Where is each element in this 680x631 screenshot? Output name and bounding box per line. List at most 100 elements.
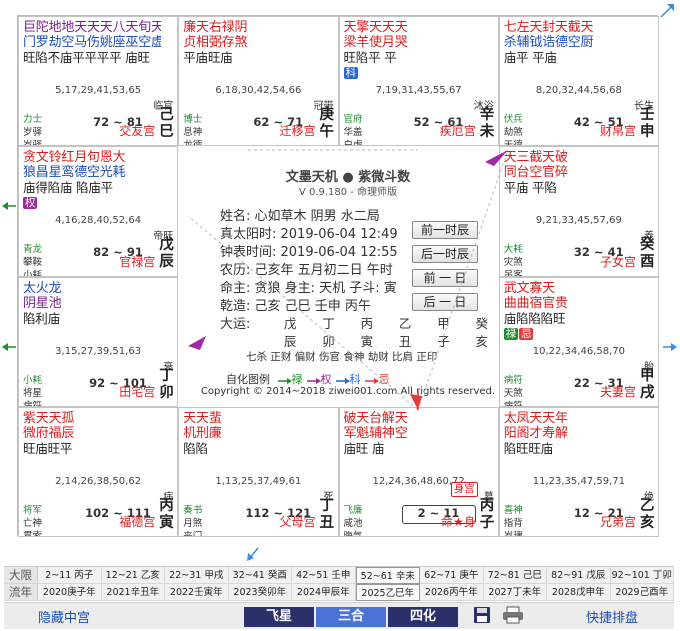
star-row: 阴星池 [23,296,161,311]
dayun-cell[interactable]: 42~51 壬申 [292,567,356,584]
star-name: 曲曲宿官贵 [503,295,568,311]
star-name: 破天台解天 [343,410,408,426]
lu-legend-label: 禄 [291,373,303,386]
minor-star: 龙德 [183,140,203,147]
dayun-cell[interactable]: 2~11 丙子 [38,567,102,584]
star-brightness: 平庙 平陷 [503,180,557,196]
left-arrow-icon[interactable] [0,197,18,215]
hide-center-button[interactable]: 隐藏中宫 [38,607,90,626]
palace-cell[interactable]: 巨陀地地天天天八天旬天 门罗劫空马伤姚座巫空虚 旺陷不庙平平平平 庙旺 5,17,29… [18,16,179,147]
star-list: 七左天封天截天 杀辅钺诰德空厨 庙平 平庙 [504,20,642,65]
prev-day-button[interactable]: 前 一 日 [412,269,478,287]
dayun-stem-row: 戊丁丙乙甲癸 [271,313,501,332]
star-name: 机刑廉 [183,425,222,441]
palace-cell[interactable]: 七左天封天截天 杀辅钺诰德空厨 庙平 平庙 8,20,32,44,56,68 长生 伏兵劫… [498,16,659,147]
liunian-cell[interactable]: 2028戊申年 [547,584,611,601]
master-line: 命主: 贪狼 身主: 天机 子斗: 寅 [220,281,397,296]
star-name: 天三截天破 [503,150,568,166]
palace-cell[interactable]: 太凤天天年 阳阁才寿解 陷旺旺庙 11,23,35,47,59,71 绝喜神 指背 岁建 12… [498,406,659,537]
palace-cell[interactable]: 天擎天天天 梁羊使月哭 旺陷平 平科 7,19,31,43,55,67 沐浴 官府 华盖 白虎… [338,16,499,147]
ji-legend-item: 忌 [364,373,390,386]
star-name: 门罗劫空马伤姚座巫空虚 [23,35,162,50]
star-brightness: 旺庙旺平 [23,440,73,456]
star-brightness: 庙陷陷陷旺 [503,310,566,326]
star-brightness: 旺陷不庙平平平平 [23,50,122,65]
liunian-cell[interactable]: 2024甲辰年 [292,584,356,601]
star-row: 陷旺旺庙 [504,441,642,456]
dayun-cell[interactable]: 92~101 丁卯 [610,567,674,584]
star-row: 破天台解天 [344,411,482,426]
star-list: 天三截天破 同台空官碎 平庙 平陷 [504,150,642,195]
star-row: 旺陷不庙平平平平 庙旺 [23,50,161,65]
heavenly-stem: 庚 [319,107,335,123]
dayun-cell[interactable]: 12~21 乙亥 [101,567,165,584]
tab-sihua[interactable]: 四化 [388,607,458,627]
dayun-cell[interactable]: 62~71 庚午 [420,567,484,584]
sihua-row: 科 [343,65,482,80]
liunian-cell[interactable]: 2021辛丑年 [101,584,165,601]
dayun-cell[interactable]: 22~31 甲戌 [165,567,229,584]
age-sequence: 4,16,28,40,52,64 [55,215,142,227]
star-name: 天天蜚 [183,410,222,426]
liunian-cell[interactable]: 2025乙巳年 [355,584,420,601]
down-arrow-icon[interactable] [244,545,262,563]
save-icon[interactable] [472,605,492,625]
minor-stars: 青龙 攀鞍 小耗 [23,243,42,275]
star-name: 阳阁才寿解 [503,425,568,441]
palace-cell[interactable]: 天三截天破 同台空官碎 平庙 平陷 9,21,33,45,57,69 养大耗 灾煞 吊客 32… [498,146,659,277]
tab-feixing[interactable]: 飞星 [244,607,314,627]
dayun-cell[interactable]: 52~61 辛未 [355,567,420,584]
quick-chart-button[interactable]: 快捷排盘 [586,607,638,626]
palace-cell[interactable]: 紫天天孤 微府福辰 旺庙旺平 2,14,26,38,50,62 病将军 亡神 贯索 102 ~… [18,406,179,537]
star-brightness: 陷利庙 [23,310,60,326]
age-sequence: 11,23,35,47,59,71 [532,475,625,487]
minor-star: 月煞 [183,517,203,529]
star-row: 机刑廉 [183,426,321,441]
dayun-cell[interactable]: 32~41 癸酉 [228,567,292,584]
expand-arrow-icon[interactable] [658,2,676,20]
palace-cell[interactable]: 武文寡天 曲曲宿官贵 庙陷陷陷旺禄忌 10,22,34,46,58,70 胎病符 天煞 病符… [498,276,659,407]
star-name: 阴星池 [23,295,62,311]
liunian-cell[interactable]: 2020庚子年 [38,584,102,601]
star-list: 天天蜚 机刑廉 陷陷 [183,411,321,456]
star-brightness: 旺陷平 平 [343,50,397,65]
palace-cell[interactable]: 天天蜚 机刑廉 陷陷 1,13,25,37,49,61 死奏书 月煞 丧门 112 ~ 121… [178,406,339,537]
liunian-row-label: 流年 [4,584,38,601]
ji-legend-label: 忌 [378,373,390,386]
stem-branch: 丁卯 [159,368,174,402]
liunian-cell[interactable]: 2029己酉年 [610,584,674,601]
left-arrow-icon[interactable] [0,338,18,356]
liunian-cell[interactable]: 2023癸卯年 [228,584,292,601]
liunian-cell[interactable]: 2027丁未年 [483,584,547,601]
right-arrow-icon[interactable] [661,338,679,356]
star-list: 破天台解天 军魁辅神空 庙旺 庙 [344,411,482,456]
minor-star: 喜神 [503,504,523,516]
star-brightness: 陷旺旺庙 [503,440,553,456]
next-day-button[interactable]: 后 一 日 [412,293,478,311]
tab-sanhe[interactable]: 三合 [316,607,386,627]
palace-cell[interactable]: 太火龙 阴星池 陷利庙 3,15,27,39,51,63 衰小耗 将星 病符 92 ~ 101… [18,276,179,407]
heavenly-stem: 癸 [640,237,655,254]
age-sequence: 5,17,29,41,53,65 [55,85,142,96]
palace-cell[interactable]: 贪文铃红月句恩大 狼昌星鸾德空光耗 庙得陷庙 陷庙平权 4,16,28,40,52,6… [18,146,179,277]
star-row: 微府福辰 [23,426,161,441]
palace-cell[interactable]: 破天台解天 军魁辅神空 庙旺 庙 12,24,36,48,60,72 墓飞廉 咸池 晦气 身宫… [338,406,499,537]
palace-cell[interactable]: 廉天右禄阴 贞相弼存煞 平庙旺庙 6,18,30,42,54,66 冠带 博士 息神 龙德 62… [178,16,339,147]
dayun-cell[interactable]: 72~81 己巳 [483,567,547,584]
stem-branch: 庚午 [319,107,335,141]
liunian-cell[interactable]: 2022壬寅年 [165,584,229,601]
star-name: 杀辅钺诰德空厨 [503,35,594,50]
quan-arrow-icon [306,378,321,384]
star-row: 平庙 平陷 [504,180,642,195]
liunian-cell[interactable]: 2026丙午年 [420,584,484,601]
minor-star: 将军 [23,504,43,516]
mode-tabs: 飞星 三合 四化 [244,607,460,627]
minor-stars: 力士 岁驿 岁驿 [23,113,42,145]
print-icon[interactable] [502,605,524,625]
next-hour-button[interactable]: 后一时辰 [412,245,478,263]
prev-hour-button[interactable]: 前一时辰 [412,221,478,239]
star-row: 巨陀地地天天天八天旬天 [23,20,161,35]
age-sequence: 10,22,34,46,58,70 [532,345,625,357]
dayun-cell[interactable]: 82~91 戊辰 [547,567,611,584]
dayun-branch-row: 辰卯寅丑子亥 [271,331,501,350]
